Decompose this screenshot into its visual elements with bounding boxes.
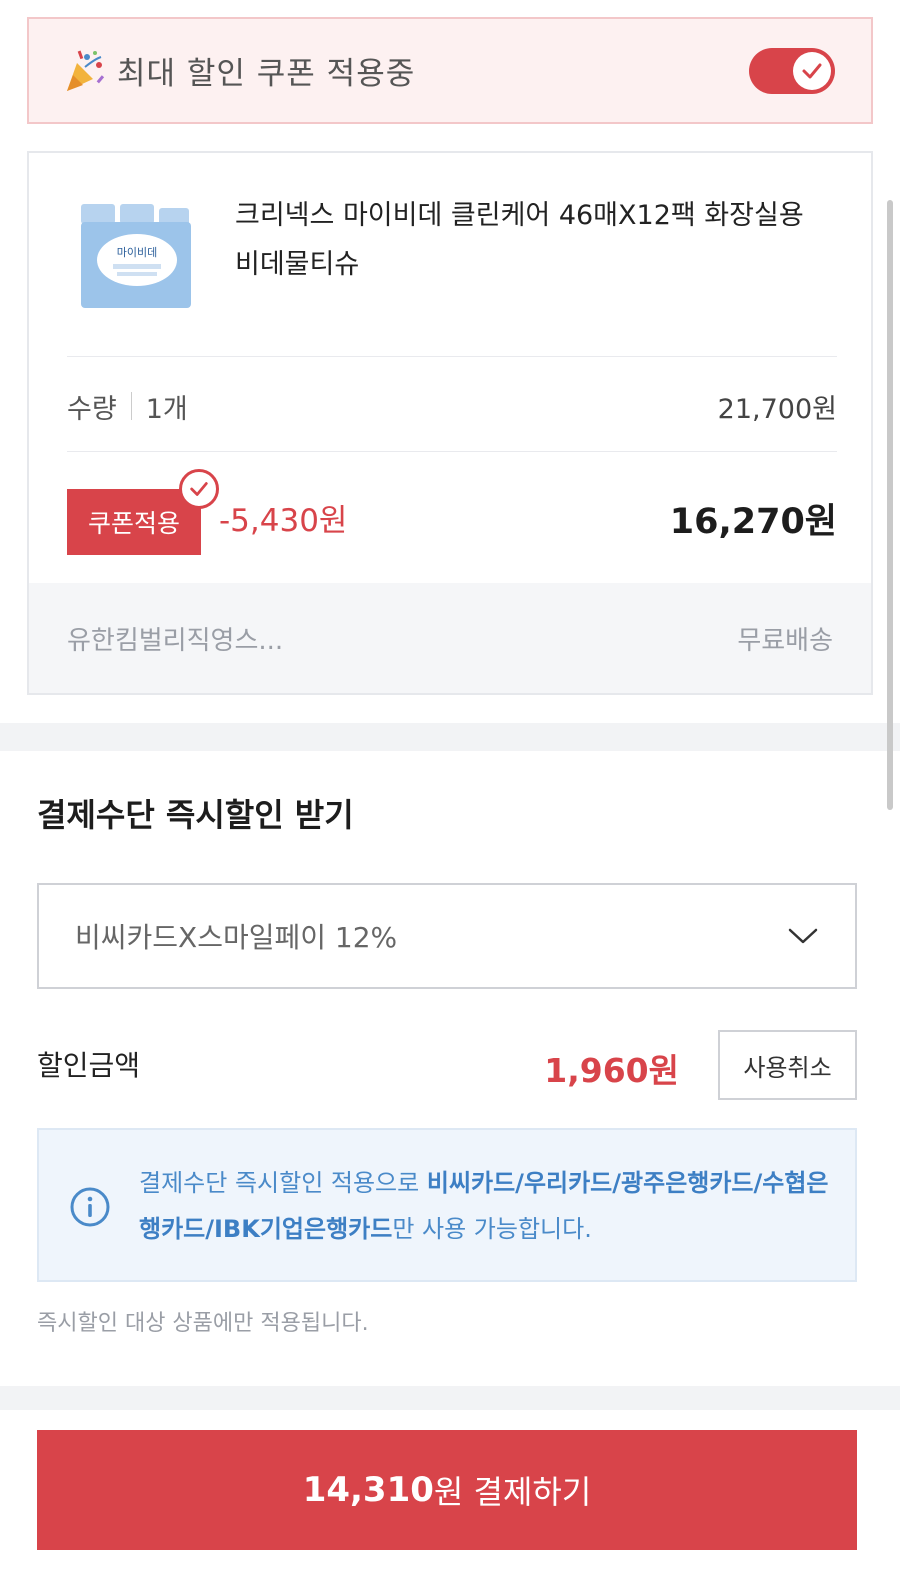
quantity-row: 수량 1개 21,700원 [67, 381, 837, 431]
coupon-check-icon [179, 469, 219, 509]
section-divider [0, 723, 900, 751]
checkout-button[interactable]: 14,310 원 결제하기 [37, 1430, 857, 1550]
party-popper-icon [67, 50, 105, 91]
product-thumbnail[interactable]: 마이비데 [77, 198, 197, 318]
check-icon [802, 63, 822, 78]
scrollbar[interactable] [887, 200, 893, 810]
original-price: 21,700원 [717, 393, 837, 425]
quantity-label: 수량 [67, 393, 117, 425]
discount-note: 즉시할인 대상 상품에만 적용됩니다. [37, 1311, 369, 1336]
quantity-value: 1개 [145, 393, 188, 425]
discount-row: 할인금액 1,960원 사용취소 [37, 1030, 857, 1100]
divider [67, 451, 837, 452]
discount-label: 할인금액 [37, 1049, 141, 1082]
coupon-banner: 최대 할인 쿠폰 적용중 [27, 17, 873, 124]
seller-name[interactable]: 유한킴벌리직영스... [67, 620, 283, 657]
info-text: 결제수단 즉시할인 적용으로 비씨카드/우리카드/광주은행카드/수협은행카드/I… [139, 1160, 829, 1252]
cancel-discount-button[interactable]: 사용취소 [718, 1030, 857, 1100]
info-suffix: 만 사용 가능합니다. [392, 1215, 592, 1243]
coupon-banner-label: 최대 할인 쿠폰 적용중 [117, 56, 416, 92]
thumbnail-brand-text: 마이비데 [117, 246, 157, 259]
section-divider [0, 1386, 900, 1410]
checkout-label: 원 결제하기 [433, 1473, 592, 1511]
coupon-row: 쿠폰적용 -5,430원 16,270원 [67, 469, 837, 555]
payment-method-select[interactable]: 비씨카드X스마일페이 12% [37, 883, 857, 989]
seller-bar: 유한킴벌리직영스... 무료배송 [29, 583, 871, 693]
info-box: 결제수단 즉시할인 적용으로 비씨카드/우리카드/광주은행카드/수협은행카드/I… [37, 1128, 857, 1282]
toggle-knob [793, 51, 831, 90]
coupon-toggle[interactable] [749, 47, 835, 94]
info-icon [70, 1187, 110, 1227]
info-prefix: 결제수단 즉시할인 적용으로 [139, 1169, 427, 1197]
chevron-down-icon [788, 928, 818, 944]
checkout-amount: 14,310 [302, 1470, 434, 1510]
shipping-info: 무료배송 [737, 625, 833, 656]
quantity-separator [130, 392, 132, 420]
product-card: 마이비데 크리넥스 마이비데 클린케어 46매X12팩 화장실용 비데물티슈 수… [27, 151, 873, 695]
discount-amount: 1,960원 [544, 1051, 679, 1090]
divider [67, 356, 837, 357]
coupon-discount-amount: -5,430원 [219, 503, 348, 539]
final-price: 16,270원 [669, 502, 837, 542]
section-title: 결제수단 즉시할인 받기 [37, 796, 354, 834]
bottom-bar: 14,310 원 결제하기 [0, 1410, 900, 1581]
product-name[interactable]: 크리넥스 마이비데 클린케어 46매X12팩 화장실용 비데물티슈 [235, 191, 835, 289]
selected-payment-option: 비씨카드X스마일페이 12% [75, 921, 398, 954]
